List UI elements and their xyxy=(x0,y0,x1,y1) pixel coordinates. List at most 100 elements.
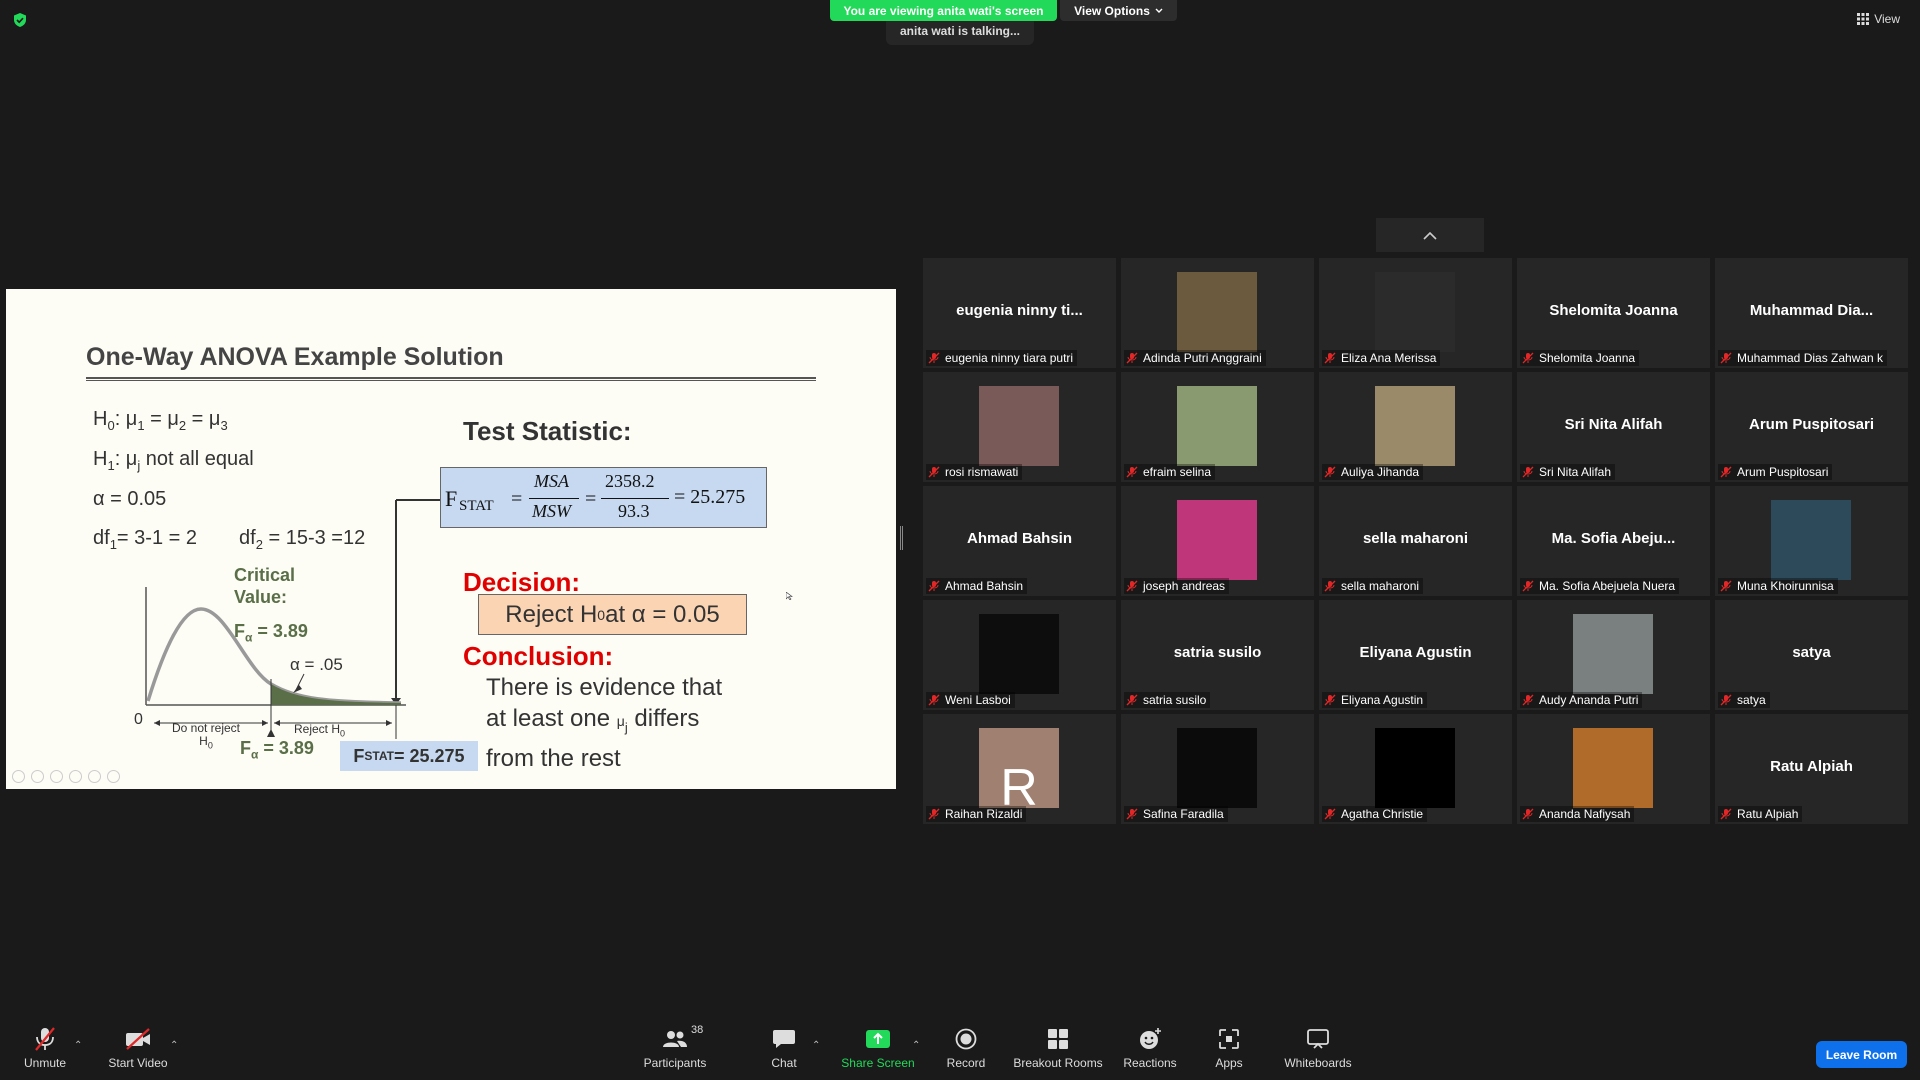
participant-tile[interactable]: R Raihan Rizaldi xyxy=(923,714,1116,824)
shared-screen-slide[interactable]: One-Way ANOVA Example Solution H0: μ1 = … xyxy=(6,289,896,789)
participant-tile[interactable]: eugenia ninny ti... eugenia ninny tiara p… xyxy=(923,258,1116,368)
audio-options-caret[interactable]: ⌃ xyxy=(74,1040,82,1051)
participant-avatar xyxy=(1375,386,1455,466)
participant-name-label: Weni Lasboi xyxy=(926,692,1015,708)
participant-tile[interactable]: Ratu Alpiah Ratu Alpiah xyxy=(1715,714,1908,824)
participant-name: Weni Lasboi xyxy=(945,693,1011,707)
participant-tile[interactable]: Auliya Jihanda xyxy=(1319,372,1512,482)
conclusion-line-3: from the rest xyxy=(486,744,621,772)
participant-tile[interactable]: Agatha Christie xyxy=(1319,714,1512,824)
breakout-rooms-button[interactable]: Breakout Rooms xyxy=(1013,1016,1103,1080)
participant-tile[interactable]: efraim selina xyxy=(1121,372,1314,482)
share-options-caret[interactable]: ⌃ xyxy=(912,1040,920,1051)
participant-name-label: Agatha Christie xyxy=(1322,806,1428,822)
participant-tile[interactable]: rosi rismawati xyxy=(923,372,1116,482)
participant-display-name: Shelomita Joanna xyxy=(1549,302,1678,319)
conclusion-line-2a: at least one xyxy=(486,705,617,732)
mic-muted-icon xyxy=(1720,808,1732,820)
participant-tile[interactable]: Audy Ananda Putri xyxy=(1517,600,1710,710)
mic-muted-icon xyxy=(35,1027,55,1051)
participant-tile[interactable]: satria susilo satria susilo xyxy=(1121,600,1314,710)
active-speaker-text: anita wati is talking... xyxy=(899,24,1021,38)
participant-tile[interactable]: Safina Faradila xyxy=(1121,714,1314,824)
leave-room-button[interactable]: Leave Room xyxy=(1816,1041,1907,1068)
participant-avatar xyxy=(1375,272,1455,352)
participant-tile[interactable]: Ahmad Bahsin Ahmad Bahsin xyxy=(923,486,1116,596)
participant-name: Muna Khoirunnisa xyxy=(1737,579,1834,593)
decision-text: Reject H xyxy=(505,600,598,628)
participant-avatar xyxy=(1177,728,1257,808)
participant-tile[interactable]: Shelomita Joanna Shelomita Joanna xyxy=(1517,258,1710,368)
slide-tool-forward-icon[interactable] xyxy=(31,770,44,783)
participant-tile[interactable]: Weni Lasboi xyxy=(923,600,1116,710)
participants-button[interactable]: 38 Participants xyxy=(640,1016,710,1080)
share-screen-button[interactable]: Share Screen xyxy=(840,1016,916,1080)
mic-muted-icon xyxy=(1522,466,1534,478)
axis-zero: 0 xyxy=(134,711,143,728)
participant-name-label: satria susilo xyxy=(1124,692,1211,708)
participant-name: eugenia ninny tiara putri xyxy=(945,351,1074,365)
f-alpha-letter-bottom: F xyxy=(240,738,251,758)
chat-button[interactable]: Chat xyxy=(764,1016,804,1080)
participant-tile[interactable]: Eliyana Agustin Eliyana Agustin xyxy=(1319,600,1512,710)
shield-check-icon[interactable] xyxy=(12,12,28,28)
mic-muted-icon xyxy=(1324,466,1336,478)
slide-tool-more-icon[interactable] xyxy=(107,770,120,783)
participant-tile[interactable]: Adinda Putri Anggraini xyxy=(1121,258,1314,368)
mic-muted-icon xyxy=(1720,694,1732,706)
mic-muted-icon xyxy=(1720,580,1732,592)
mic-muted-icon xyxy=(1324,352,1336,364)
whiteboards-label: Whiteboards xyxy=(1284,1056,1352,1070)
participant-tile[interactable]: Ma. Sofia Abeju... Ma. Sofia Abejuela Nue… xyxy=(1517,486,1710,596)
participant-name-label: Ahmad Bahsin xyxy=(926,578,1028,594)
participant-tile[interactable]: Arum Puspitosari Arum Puspitosari xyxy=(1715,372,1908,482)
start-video-button[interactable]: Start Video xyxy=(106,1016,170,1080)
slide-tool-zoom-icon[interactable] xyxy=(88,770,101,783)
participant-name: Eliza Ana Merissa xyxy=(1341,351,1437,365)
participant-tile[interactable]: Eliza Ana Merissa xyxy=(1319,258,1512,368)
participant-tile[interactable]: joseph andreas xyxy=(1121,486,1314,596)
mic-muted-icon xyxy=(1522,694,1534,706)
gallery-scroll-up-button[interactable] xyxy=(1376,218,1484,252)
participant-avatar xyxy=(1771,500,1851,580)
participant-avatar xyxy=(979,614,1059,694)
slide-toolbar xyxy=(12,770,120,783)
mic-muted-icon xyxy=(1720,466,1732,478)
participant-avatar xyxy=(1177,500,1257,580)
apps-button[interactable]: Apps xyxy=(1212,1016,1246,1080)
slide-tool-pen-icon[interactable] xyxy=(50,770,63,783)
participant-tile[interactable]: Sri Nita Alifah Sri Nita Alifah xyxy=(1517,372,1710,482)
participant-name: satria susilo xyxy=(1143,693,1207,707)
view-options-button[interactable]: View Options xyxy=(1060,0,1177,21)
record-button[interactable]: Record xyxy=(946,1016,986,1080)
slide-tool-slides-icon[interactable] xyxy=(69,770,82,783)
panel-splitter-handle[interactable] xyxy=(900,526,903,550)
unmute-button[interactable]: Unmute xyxy=(20,1016,70,1080)
participant-name: Arum Puspitosari xyxy=(1737,465,1829,479)
participant-avatar xyxy=(1177,272,1257,352)
participant-name-label: efraim selina xyxy=(1124,464,1216,480)
participant-display-name: eugenia ninny ti... xyxy=(956,302,1083,319)
view-layout-button[interactable]: View xyxy=(1857,12,1900,26)
reactions-label: Reactions xyxy=(1123,1056,1177,1070)
whiteboards-button[interactable]: Whiteboards xyxy=(1282,1016,1354,1080)
mic-muted-icon xyxy=(1324,580,1336,592)
mic-muted-icon xyxy=(928,466,940,478)
chat-options-caret[interactable]: ⌃ xyxy=(812,1040,820,1051)
participant-name-label: Auliya Jihanda xyxy=(1322,464,1424,480)
slide-tool-back-icon[interactable] xyxy=(12,770,25,783)
participant-tile[interactable]: Ananda Nafiysah xyxy=(1517,714,1710,824)
whiteboard-icon xyxy=(1307,1029,1329,1049)
f-alpha-top: Fα = 3.89 xyxy=(234,621,308,645)
participant-name: Ahmad Bahsin xyxy=(945,579,1024,593)
participant-tile[interactable]: Muna Khoirunnisa xyxy=(1715,486,1908,596)
video-options-caret[interactable]: ⌃ xyxy=(170,1040,178,1051)
video-off-icon xyxy=(126,1028,150,1050)
reactions-button[interactable]: Reactions xyxy=(1123,1016,1177,1080)
meeting-controls-toolbar: Unmute ⌃ Start Video ⌃ 38 Participants C… xyxy=(0,1016,1920,1080)
mic-muted-icon xyxy=(1126,808,1138,820)
unmute-label: Unmute xyxy=(23,1056,67,1070)
participant-tile[interactable]: satya satya xyxy=(1715,600,1908,710)
participant-tile[interactable]: Muhammad Dia... Muhammad Dias Zahwan k xyxy=(1715,258,1908,368)
participant-tile[interactable]: sella maharoni sella maharoni xyxy=(1319,486,1512,596)
